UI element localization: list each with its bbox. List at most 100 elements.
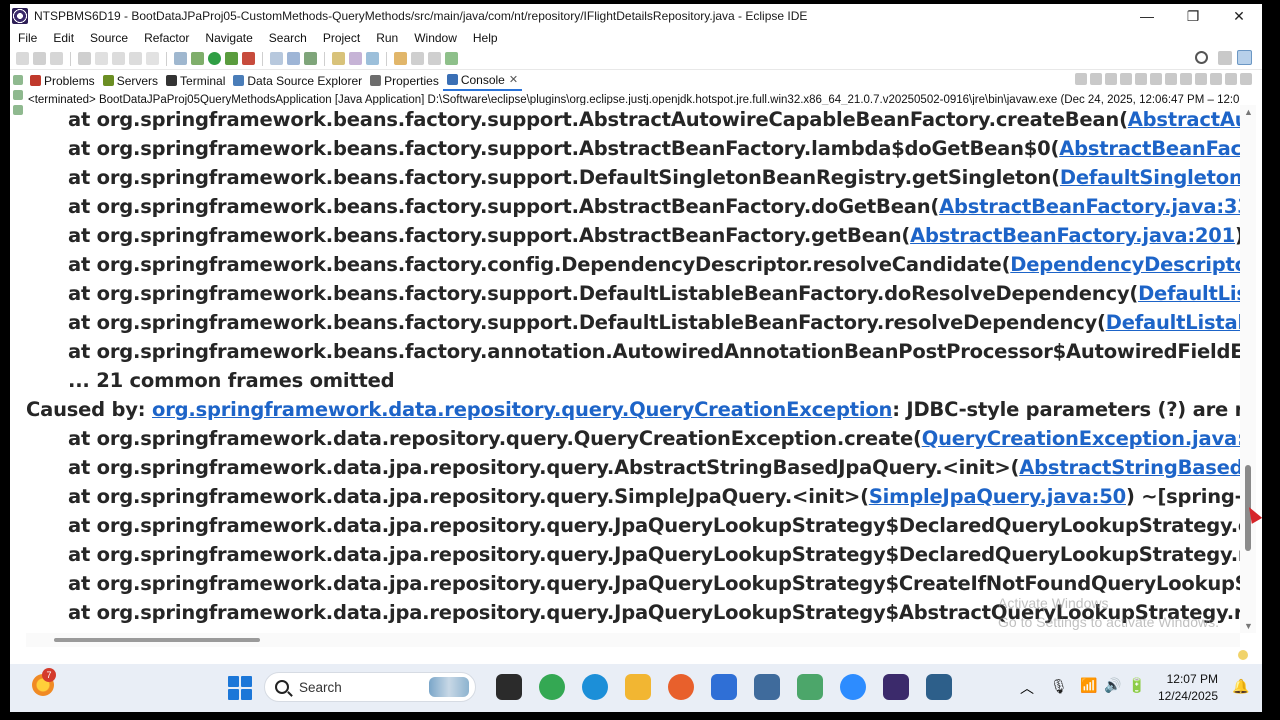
word-wrap-icon[interactable] [1150, 73, 1162, 85]
pin-console-icon[interactable] [1180, 73, 1192, 85]
back-icon[interactable] [411, 52, 424, 65]
new-icon[interactable] [16, 52, 29, 65]
stacktrace-link[interactable]: AbstractBeanFactory.java:331 [939, 195, 1240, 218]
open-task-icon[interactable] [349, 52, 362, 65]
stop-icon[interactable] [146, 52, 159, 65]
tab-problems[interactable]: Problems [26, 70, 99, 91]
globe-task-icon[interactable] [797, 674, 823, 700]
remove-launch-icon[interactable] [1090, 73, 1102, 85]
menu-search[interactable]: Search [261, 31, 315, 45]
new-java-project-icon[interactable] [270, 52, 283, 65]
menu-help[interactable]: Help [465, 31, 506, 45]
open-console-icon[interactable] [1210, 73, 1222, 85]
vertical-scrollbar[interactable]: ▲ ▼ [1240, 105, 1256, 633]
tab-data-source-explorer[interactable]: Data Source Explorer [229, 70, 366, 91]
tab-console[interactable]: Console ✕ [442, 70, 523, 91]
stacktrace-link[interactable]: AbstractAutowireCapa [1128, 108, 1240, 131]
resume-icon[interactable] [112, 52, 125, 65]
microphone-icon[interactable]: 🎙 [1050, 678, 1068, 695]
save-all-icon[interactable] [50, 52, 63, 65]
pin-editor-icon[interactable] [445, 52, 458, 65]
firefox-task-icon[interactable] [668, 674, 694, 700]
forward-icon[interactable] [428, 52, 441, 65]
stacktrace-link[interactable]: QueryCreationException.java:97 [922, 427, 1240, 450]
menu-window[interactable]: Window [406, 31, 465, 45]
scroll-down-icon[interactable]: ▼ [1244, 621, 1253, 631]
annotation-icon[interactable] [394, 52, 407, 65]
volume-icon[interactable]: 🔊 [1104, 677, 1121, 694]
start-button[interactable] [228, 676, 252, 700]
close-tab-icon[interactable]: ✕ [509, 73, 518, 86]
folder-task-icon[interactable] [625, 674, 651, 700]
horizontal-scrollbar[interactable] [26, 633, 1240, 647]
skip-breakpoints-icon[interactable] [95, 52, 108, 65]
java-perspective-icon[interactable] [1237, 50, 1252, 65]
show-on-output-icon[interactable] [1165, 73, 1177, 85]
stacktrace-link[interactable]: org.springframework.data.repository.quer… [152, 398, 892, 421]
eclipse-task-icon[interactable] [883, 674, 909, 700]
stacktrace-link[interactable]: AbstractBeanFactory.java:201 [910, 224, 1235, 247]
stacktrace-link[interactable]: DefaultListableBeanFa [1138, 282, 1240, 305]
display-console-icon[interactable] [1195, 73, 1207, 85]
menu-refactor[interactable]: Refactor [136, 31, 197, 45]
open-type-icon[interactable] [332, 52, 345, 65]
outline-icon[interactable] [13, 90, 23, 100]
stacktrace-link[interactable]: DefaultSingletonBeanRegistry [1060, 166, 1240, 189]
scroll-thumb[interactable] [54, 638, 260, 642]
stacktrace-link[interactable]: DependencyDescriptor.java:229 [1010, 253, 1240, 276]
minimize-button[interactable]: — [1124, 8, 1170, 24]
scroll-up-icon[interactable]: ▲ [1244, 107, 1253, 117]
terminal-icon[interactable] [78, 52, 91, 65]
maximize-view-icon[interactable] [1240, 73, 1252, 85]
minimize-view-icon[interactable] [1225, 73, 1237, 85]
zoom-task-icon[interactable] [840, 674, 866, 700]
battery-icon[interactable]: 🔋 [1128, 677, 1145, 694]
stacktrace-link[interactable]: AbstractStringBasedJpaQuery.jav [1019, 456, 1240, 479]
notifications-icon[interactable]: 🔔 [1232, 678, 1249, 695]
tab-servers[interactable]: Servers [99, 70, 162, 91]
save-icon[interactable] [33, 52, 46, 65]
tab-terminal[interactable]: Terminal [162, 70, 229, 91]
file-explorer-task-icon[interactable] [496, 674, 522, 700]
edge-task-icon[interactable] [582, 674, 608, 700]
chevron-up-icon[interactable]: ︿ [1020, 678, 1034, 698]
taskbar-search[interactable]: Search [264, 672, 476, 702]
debug-icon[interactable] [191, 52, 204, 65]
stacktrace-link[interactable]: SimpleJpaQuery.java:50 [869, 485, 1126, 508]
stacktrace-link[interactable]: AbstractBeanFactory.java:33 [1059, 137, 1240, 160]
new-package-icon[interactable] [287, 52, 300, 65]
new-class-icon[interactable] [304, 52, 317, 65]
task-list-icon[interactable] [13, 105, 23, 115]
console-output[interactable]: at org.springframework.beans.factory.sup… [26, 105, 1240, 633]
package-explorer-icon[interactable] [13, 75, 23, 85]
step-icon[interactable] [174, 52, 187, 65]
coverage-icon[interactable] [225, 52, 238, 65]
menu-file[interactable]: File [10, 31, 45, 45]
search-icon[interactable] [1195, 51, 1208, 64]
tip-icon[interactable] [1238, 650, 1248, 660]
wifi-icon[interactable]: 📶 [1080, 677, 1097, 694]
remote-task-icon[interactable] [754, 674, 780, 700]
remove-all-icon[interactable] [1105, 73, 1117, 85]
tab-properties[interactable]: Properties [366, 70, 443, 91]
run-icon[interactable] [208, 52, 221, 65]
chrome-task-icon[interactable] [539, 674, 565, 700]
menu-edit[interactable]: Edit [45, 31, 82, 45]
menu-navigate[interactable]: Navigate [197, 31, 260, 45]
maximize-button[interactable]: ❐ [1170, 8, 1216, 25]
search-tool-icon[interactable] [366, 52, 379, 65]
external-tools-icon[interactable] [242, 52, 255, 65]
suspend-icon[interactable] [129, 52, 142, 65]
clock[interactable]: 12:07 PM 12/24/2025 [1148, 671, 1218, 705]
open-perspective-icon[interactable] [1218, 51, 1232, 65]
store-task-icon[interactable] [711, 674, 737, 700]
menu-project[interactable]: Project [315, 31, 368, 45]
menu-source[interactable]: Source [82, 31, 136, 45]
stacktrace-link[interactable]: DefaultListableBeanFacto [1106, 311, 1240, 334]
app-task-icon[interactable] [926, 674, 952, 700]
terminate-icon[interactable] [1075, 73, 1087, 85]
menu-run[interactable]: Run [368, 31, 406, 45]
clear-console-icon[interactable] [1120, 73, 1132, 85]
close-button[interactable]: ✕ [1216, 8, 1262, 25]
scroll-lock-icon[interactable] [1135, 73, 1147, 85]
